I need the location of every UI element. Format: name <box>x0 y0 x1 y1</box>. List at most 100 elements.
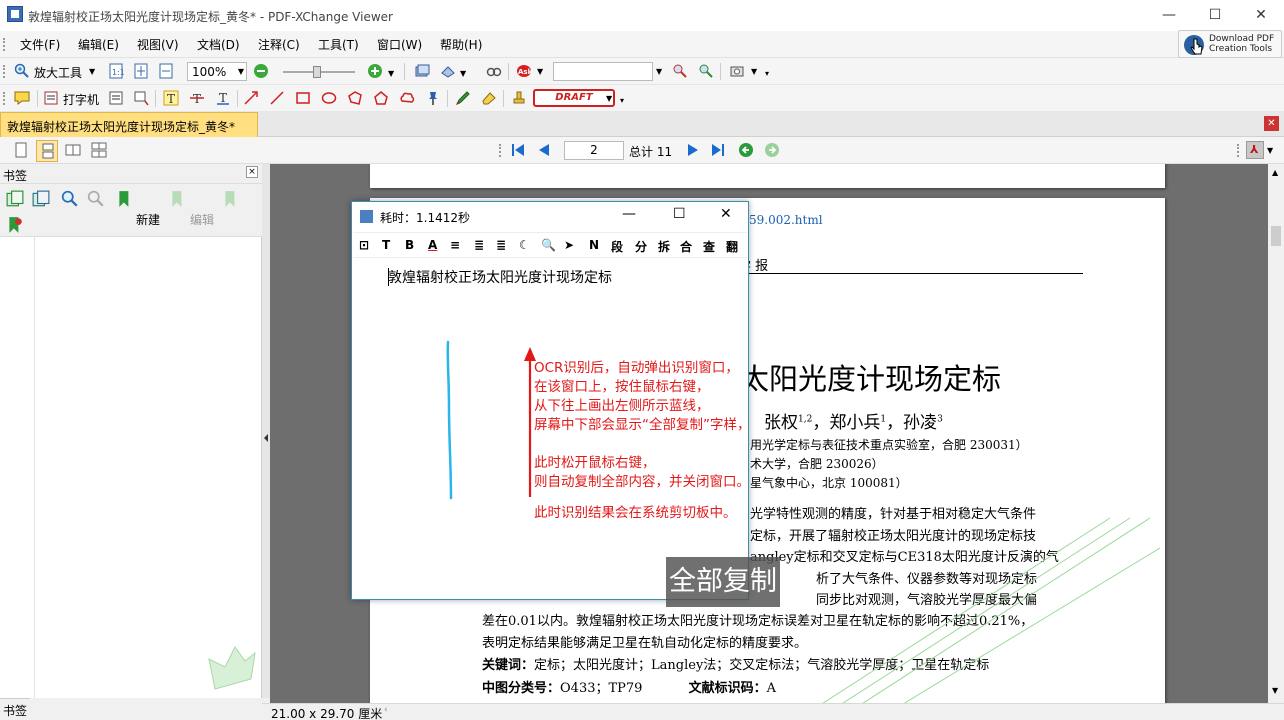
next-view-icon[interactable] <box>764 142 780 158</box>
ocr-theme-button[interactable]: ☾ <box>519 238 530 252</box>
menu-document[interactable]: 文档(D) <box>197 36 240 53</box>
continuous-facing-icon[interactable] <box>91 142 107 158</box>
menu-edit[interactable]: 编辑(E) <box>78 36 119 53</box>
single-page-icon[interactable] <box>13 142 29 158</box>
collapse-all-icon[interactable] <box>32 190 50 208</box>
zoom-combo[interactable]: 100% ▼ <box>187 62 247 81</box>
polygon-tool-icon[interactable] <box>347 90 363 106</box>
continuous-page-toggle[interactable] <box>36 140 58 162</box>
cloud-tool-icon[interactable] <box>399 90 415 106</box>
strikeout-text-icon[interactable]: T <box>189 90 205 106</box>
stamp-dropdown-icon[interactable]: ▼ <box>606 94 612 103</box>
menu-file[interactable]: 文件(F) <box>20 36 60 53</box>
menu-view[interactable]: 视图(V) <box>137 36 179 53</box>
bookmarks-bottom-tab[interactable]: 书签 <box>0 698 30 720</box>
snapshot-dropdown-icon[interactable]: ▼ <box>751 67 757 76</box>
zoom-tool-label[interactable]: 放大工具 <box>34 64 82 81</box>
typewriter-label[interactable]: 打字机 <box>63 91 99 108</box>
acrobat-dropdown-icon[interactable]: ▼ <box>1267 146 1273 155</box>
search-next-icon[interactable] <box>698 63 714 79</box>
ask-search-icon[interactable]: Ask <box>516 63 532 79</box>
scroll-up-icon[interactable]: ▲ <box>1272 168 1278 177</box>
first-page-icon[interactable] <box>510 142 526 158</box>
ask-dropdown-icon[interactable]: ▼ <box>537 67 543 76</box>
menu-tools[interactable]: 工具(T) <box>318 36 359 53</box>
draft-stamp-picker[interactable]: DRAFT <box>533 89 615 107</box>
fit-page-icon[interactable] <box>133 63 149 79</box>
ocr-search-icon[interactable]: 🔍 <box>541 238 556 252</box>
bookmarks-close-icon[interactable]: × <box>246 166 258 178</box>
pane-splitter[interactable] <box>262 164 270 698</box>
ocr-frame-button[interactable]: ⊡ <box>359 238 369 252</box>
ocr-send-icon[interactable]: ➤ <box>564 238 574 252</box>
minimize-button[interactable]: — <box>1146 0 1192 31</box>
ocr-lookup-button[interactable]: 查 <box>703 238 715 255</box>
page-number-input[interactable]: 2 <box>564 141 624 160</box>
typewriter-icon[interactable] <box>43 90 59 106</box>
ocr-align-left-button[interactable]: ≡ <box>450 238 460 252</box>
search-dropdown-icon[interactable]: ▼ <box>656 67 662 76</box>
pin-tool-icon[interactable] <box>425 90 441 106</box>
toolbar-grip[interactable] <box>3 92 6 105</box>
toolbar-grip[interactable] <box>1237 144 1240 157</box>
rectangle-tool-icon[interactable] <box>295 90 311 106</box>
menu-help[interactable]: 帮助(H) <box>440 36 482 53</box>
new-bookmark-label[interactable]: 新建 <box>136 211 160 228</box>
previous-view-icon[interactable] <box>738 142 754 158</box>
callout-icon[interactable] <box>133 90 149 106</box>
maximize-button[interactable]: ☐ <box>1192 0 1238 31</box>
scroll-down-icon[interactable]: ▼ <box>1272 686 1278 695</box>
ocr-translate-button[interactable]: 翻 <box>726 238 738 255</box>
edit-bookmark-label[interactable]: 编辑 <box>190 211 214 228</box>
edit-bookmark-icon[interactable] <box>169 190 187 208</box>
underline-text-icon[interactable]: T <box>215 90 231 106</box>
tab-close-icon[interactable]: ✕ <box>1264 116 1279 131</box>
zoom-out-icon[interactable] <box>253 63 269 79</box>
doi-link[interactable]: 59.002.html <box>749 213 823 227</box>
hscroll-left-icon[interactable]: ‹ <box>384 705 388 715</box>
find-icon[interactable] <box>486 63 502 79</box>
arrow-tool-icon[interactable] <box>243 90 259 106</box>
ocr-bold-button[interactable]: B <box>405 238 414 252</box>
text-box-icon[interactable] <box>108 90 124 106</box>
fit-width-icon[interactable] <box>158 63 174 79</box>
document-tab[interactable]: 敦煌辐射校正场太阳光度计现场定标_黄冬* <box>0 112 258 137</box>
search-web-icon[interactable] <box>672 63 688 79</box>
ocr-merge-button[interactable]: 合 <box>680 238 692 255</box>
ocr-title-bar[interactable]: 耗时：1.1412秒 — ☐ ✕ <box>352 202 748 230</box>
ocr-break-button[interactable]: 拆 <box>658 238 670 255</box>
zoom-in-icon[interactable] <box>367 63 383 79</box>
scrollbar-thumb[interactable] <box>1271 226 1281 246</box>
bookmark-tree[interactable] <box>0 237 35 698</box>
menu-window[interactable]: 窗口(W) <box>377 36 422 53</box>
bookmark-from-structure-icon[interactable] <box>6 216 24 234</box>
ocr-paragraph-button[interactable]: 段 <box>611 238 623 255</box>
highlight-text-icon[interactable]: T <box>163 90 179 106</box>
close-button[interactable]: ✕ <box>1238 0 1284 31</box>
ocr-minimize-button[interactable]: — <box>622 206 636 222</box>
toolbar-grip[interactable] <box>499 144 502 157</box>
ocr-n-button[interactable]: N <box>589 238 599 252</box>
zoom-tool-dropdown-icon[interactable]: ▼ <box>89 67 95 76</box>
sticky-note-icon[interactable] <box>14 90 30 106</box>
ocr-align-center-button[interactable]: ≣ <box>474 238 484 252</box>
zoom-slider-thumb[interactable] <box>313 66 321 78</box>
ocr-close-button[interactable]: ✕ <box>720 206 732 222</box>
acrobat-icon[interactable]: ⅄ <box>1246 141 1264 159</box>
last-page-icon[interactable] <box>710 142 726 158</box>
expand-all-icon[interactable] <box>6 190 24 208</box>
new-bookmark-icon[interactable] <box>116 190 134 208</box>
zoom-tool-icon[interactable] <box>14 63 30 79</box>
bookmark-properties-icon[interactable] <box>222 190 240 208</box>
toolbar1-overflow-icon[interactable]: ▾ <box>765 69 769 78</box>
rotate-view-2-icon[interactable] <box>440 63 456 79</box>
facing-pages-icon[interactable] <box>65 142 81 158</box>
oval-tool-icon[interactable] <box>321 90 337 106</box>
bookmark-zoom-in-icon[interactable] <box>61 190 79 208</box>
toolbar-grip[interactable] <box>3 38 6 51</box>
ocr-split-button[interactable]: 分 <box>635 238 647 255</box>
toolbar-grip[interactable] <box>3 65 6 78</box>
snapshot-icon[interactable] <box>729 63 745 79</box>
eraser-tool-icon[interactable] <box>481 90 497 106</box>
rotate-view-icon[interactable] <box>414 63 430 79</box>
